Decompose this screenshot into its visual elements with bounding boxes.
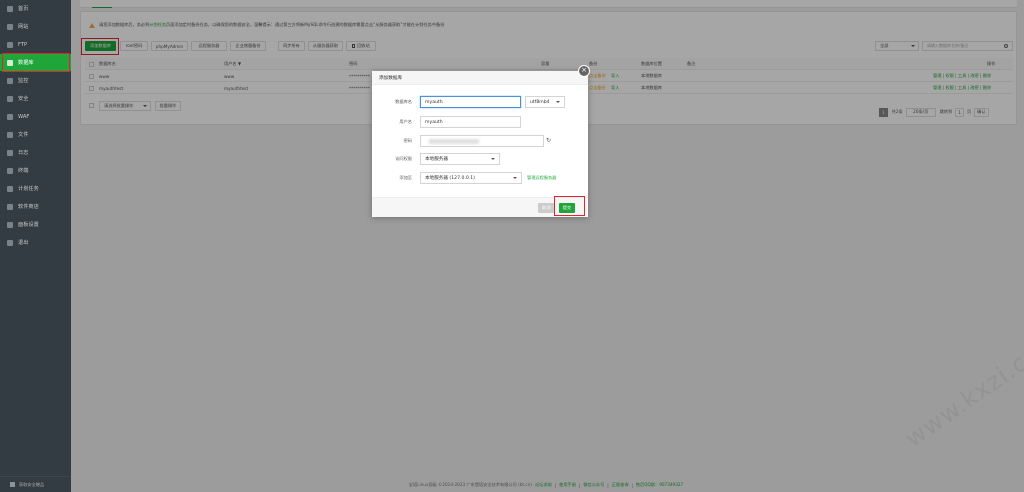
access-value: 本地服务器 (425, 157, 448, 162)
database-icon (7, 59, 13, 66)
db-name-label: 数据库名 (395, 99, 412, 104)
home-icon (7, 5, 13, 12)
sidebar-item-label: 计划任务 (18, 186, 39, 192)
sidebar-item-security[interactable]: 安全 (0, 90, 71, 107)
add-database-dialog: 添加数据库 数据库名 myauth utf8mb4 用户名 myauth 密码 … (372, 71, 588, 217)
sidebar-item-label: 网站 (18, 24, 29, 30)
password-value-masked (429, 139, 479, 144)
folder-icon (7, 131, 13, 138)
sidebar-item-label: 数据库 (18, 60, 34, 66)
monitor-icon (7, 77, 13, 84)
sidebar-item-logs[interactable]: 日志 (0, 144, 71, 161)
chevron-down-icon (491, 158, 495, 160)
sidebar-item-label: 软件商店 (18, 204, 39, 210)
sidebar-footer-label: 获取安全赠品 (19, 481, 45, 487)
globe-icon (7, 23, 13, 30)
sidebar-item-settings[interactable]: 面板设置 (0, 216, 71, 233)
chevron-down-icon (556, 101, 560, 103)
charset-select[interactable]: utf8mb4 (525, 96, 565, 108)
sidebar-item-store[interactable]: 软件商店 (0, 198, 71, 215)
sidebar-item-terminal[interactable]: 终端 (0, 162, 71, 179)
logout-icon (7, 239, 13, 246)
store-icon (7, 203, 13, 210)
chevron-down-icon (513, 177, 517, 179)
ftp-icon (7, 41, 13, 48)
sidebar-item-files[interactable]: 文件 (0, 126, 71, 143)
sidebar-item-logout[interactable]: 退出 (0, 234, 71, 251)
db-name-value: myauth (425, 99, 443, 105)
sidebar-item-label: 日志 (18, 150, 29, 156)
db-name-row: 数据库名 myauth utf8mb4 (372, 96, 588, 108)
username-value: myauth (425, 119, 443, 125)
password-row: 密码 ↻ (372, 135, 588, 147)
cancel-button[interactable]: 取消 (538, 203, 555, 213)
sidebar-footer-link[interactable]: 获取安全赠品 (0, 476, 71, 492)
add-to-select[interactable]: 本地服务器 (127.0.0.1) (420, 172, 522, 184)
gear-icon (7, 221, 13, 228)
close-icon[interactable]: × (578, 65, 590, 77)
access-row: 访问权限 本地服务器 (372, 153, 588, 165)
username-input[interactable]: myauth (420, 116, 521, 128)
username-label: 用户名 (399, 119, 412, 124)
add-to-label: 添加至 (399, 175, 412, 180)
sidebar-item-label: 首页 (18, 6, 29, 12)
sidebar-item-home[interactable]: 首页 (0, 0, 71, 17)
sidebar-item-monitor[interactable]: 监控 (0, 72, 71, 89)
waf-icon (7, 113, 13, 120)
shield-icon (7, 95, 13, 102)
sidebar-item-ftp[interactable]: FTP (0, 36, 71, 53)
access-label: 访问权限 (395, 156, 412, 161)
access-select[interactable]: 本地服务器 (420, 153, 500, 165)
charset-value: utf8mb4 (530, 99, 550, 105)
sidebar-item-database[interactable]: 数据库 (0, 54, 71, 71)
sidebar-item-label: FTP (18, 41, 28, 48)
terminal-icon (7, 167, 13, 174)
username-row: 用户名 myauth (372, 116, 588, 128)
sidebar-item-waf[interactable]: WAF (0, 108, 71, 125)
sidebar: 首页 网站 FTP 数据库 监控 安全 WAF 文件 日志 终端 计划任务 软件… (0, 0, 71, 492)
sidebar-item-label: 终端 (18, 168, 29, 174)
password-label: 密码 (403, 138, 412, 143)
sidebar-item-label: 退出 (18, 240, 29, 246)
db-name-input[interactable]: myauth (420, 96, 521, 108)
refresh-icon[interactable]: ↻ (546, 137, 551, 144)
sidebar-item-cron[interactable]: 计划任务 (0, 180, 71, 197)
sidebar-item-label: 监控 (18, 78, 29, 84)
log-icon (7, 149, 13, 156)
sidebar-item-website[interactable]: 网站 (0, 18, 71, 35)
sidebar-item-label: 安全 (18, 96, 29, 102)
submit-button[interactable]: 提交 (559, 203, 575, 213)
gift-icon (10, 482, 15, 487)
password-input[interactable] (420, 135, 544, 147)
sidebar-item-label: WAF (18, 113, 30, 120)
dialog-footer: 取消 提交 (372, 197, 588, 217)
dialog-title: 添加数据库 (372, 71, 588, 85)
manage-remote-link[interactable]: 管理远程服务器 (527, 172, 556, 184)
sidebar-item-label: 面板设置 (18, 222, 39, 228)
add-to-row: 添加至 本地服务器 (127.0.0.1) 管理远程服务器 (372, 172, 588, 184)
add-to-value: 本地服务器 (127.0.0.1) (425, 176, 475, 181)
clock-icon (7, 185, 13, 192)
sidebar-item-label: 文件 (18, 132, 29, 138)
